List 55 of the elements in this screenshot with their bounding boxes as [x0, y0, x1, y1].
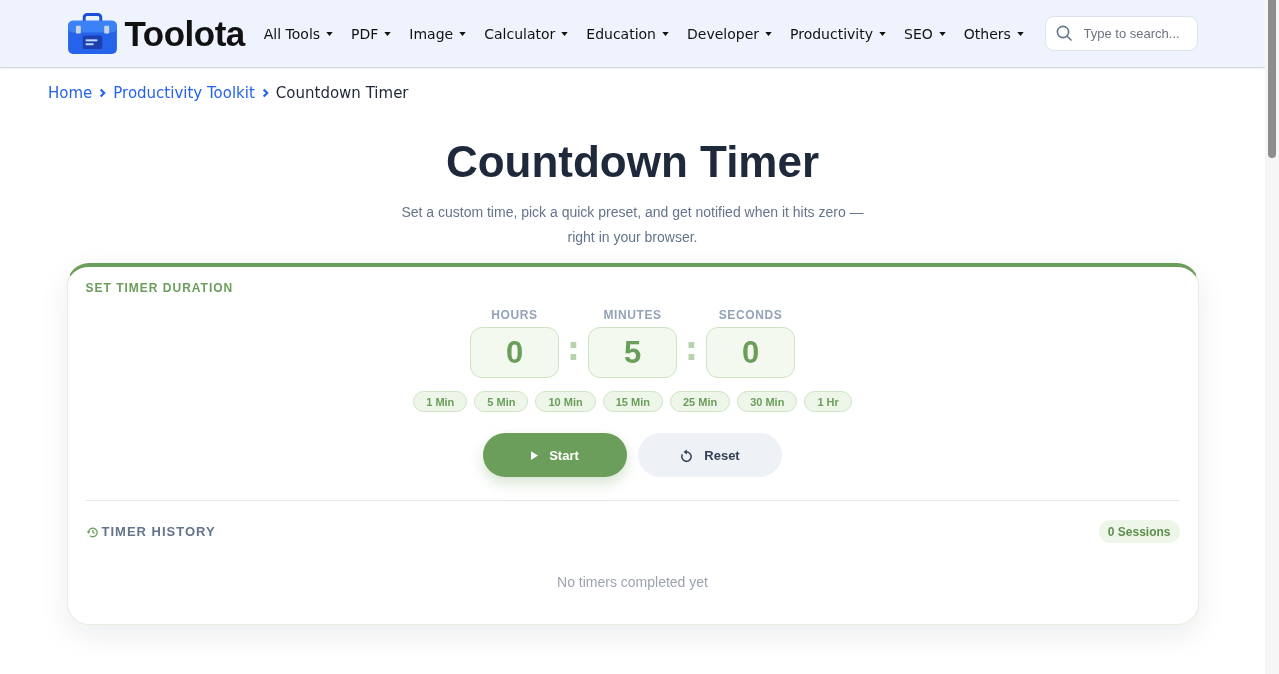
caret-icon [879, 31, 886, 36]
clock-arrow-icon [85, 525, 98, 538]
preset-button[interactable]: 15 Min [602, 391, 663, 412]
time-unit-label: HOURS [491, 308, 538, 322]
nav-menu-item[interactable]: Image [409, 25, 467, 42]
time-unit-label: MINUTES [603, 308, 662, 322]
preset-button[interactable]: 5 Min [474, 391, 529, 412]
play-icon [531, 450, 539, 460]
nav-menu-item[interactable]: Education [586, 25, 669, 42]
scrollbar-thumb[interactable] [1268, 0, 1276, 158]
page-subtitle: Set a custom time, pick a quick preset, and get notified when it hits zero — right in your browser. [400, 203, 865, 247]
breadcrumb-link[interactable]: Productivity Toolkit [113, 84, 255, 102]
start-button[interactable]: Start [483, 433, 627, 477]
nav-menu-item[interactable]: Calculator [484, 25, 569, 42]
section-heading: SET TIMER DURATION [85, 281, 234, 295]
preset-button[interactable]: 30 Min [737, 391, 798, 412]
empty-history-message: No timers completed yet [557, 573, 708, 592]
caret-icon [561, 31, 569, 36]
circular-arrow-icon [680, 448, 694, 462]
caret-icon [938, 31, 946, 36]
chevron-icon [99, 88, 107, 98]
nav-menu-item[interactable]: SEO [904, 25, 946, 42]
section-heading: TIMER HISTORY [101, 524, 216, 539]
search-field[interactable]: Type to search... [1044, 16, 1198, 51]
chevron-icon [261, 88, 269, 98]
caret-icon [765, 31, 772, 36]
nav-menu-item[interactable]: Developer [687, 25, 772, 42]
nav-menu-item[interactable]: All Tools [263, 25, 334, 42]
time-input-field[interactable]: 5 [588, 327, 677, 378]
logo-text[interactable]: Toolota [124, 13, 245, 54]
page-title: Countdown Timer [445, 136, 820, 188]
caret-icon [384, 31, 392, 36]
session-count: 0 Sessions [1098, 520, 1180, 543]
reset-button[interactable]: Reset [638, 433, 782, 477]
time-input-field[interactable]: 0 [470, 327, 559, 378]
time-input-field[interactable]: 0 [706, 327, 795, 378]
time-unit-label: SECONDS [718, 308, 783, 322]
search-icon [1055, 25, 1072, 41]
breadcrumb-link[interactable]: Home [48, 84, 93, 102]
time-separator: : [685, 333, 698, 364]
preset-button[interactable]: 10 Min [535, 391, 596, 412]
preset-button[interactable]: 25 Min [669, 391, 731, 412]
preset-button[interactable]: 1 Hr [804, 391, 852, 412]
time-separator: : [567, 333, 580, 364]
breadcrumb-current: Countdown Timer [275, 84, 409, 102]
preset-button[interactable]: 1 Min [413, 391, 468, 412]
caret-icon [1016, 31, 1024, 36]
caret-icon [459, 31, 467, 36]
caret-icon [662, 31, 669, 36]
caret-icon [326, 31, 334, 36]
nav-menu-item[interactable]: Others [963, 25, 1024, 42]
scrollbar[interactable] [1265, 0, 1279, 674]
toolbox-icon [67, 13, 117, 54]
nav-menu-item[interactable]: PDF [351, 25, 392, 42]
nav-menu-item[interactable]: Productivity [790, 25, 886, 42]
